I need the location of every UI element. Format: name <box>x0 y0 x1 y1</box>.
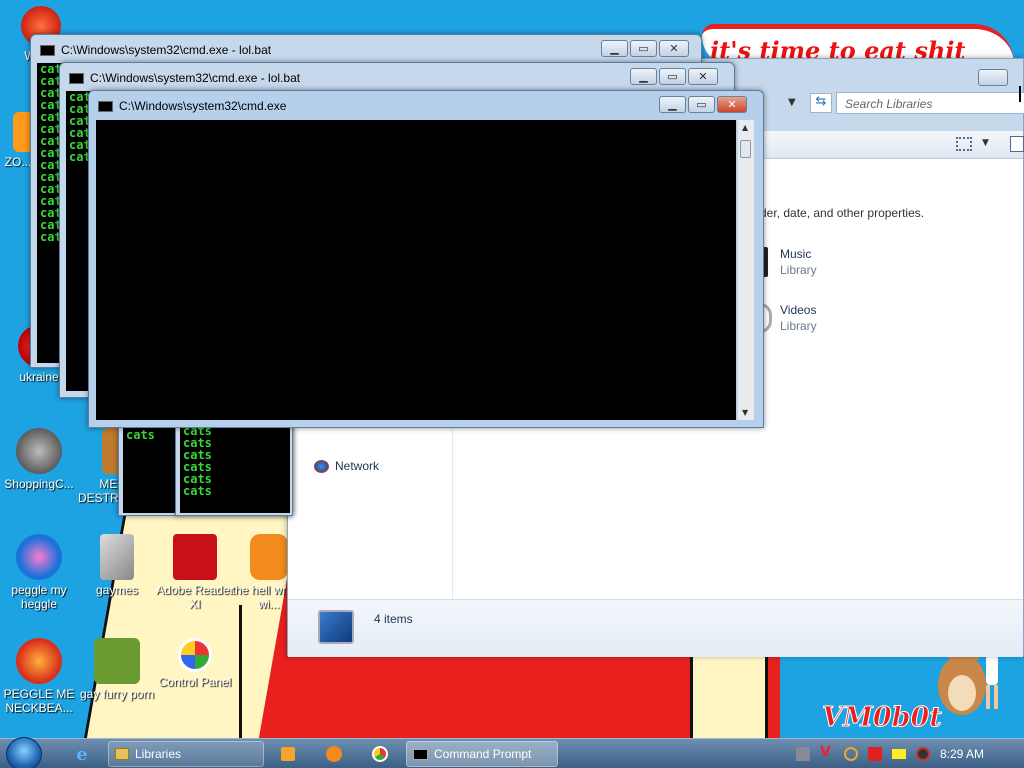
uc-browser-icon <box>250 534 288 580</box>
title-bar[interactable]: C:\Windows\system32\cmd.exe ▁ ▭ ✕ <box>89 91 763 119</box>
library-type: Library <box>780 319 817 333</box>
start-button[interactable] <box>6 737 42 768</box>
tray-flag-icon[interactable] <box>868 747 882 761</box>
nav-item-network[interactable]: Network <box>314 459 379 473</box>
desktop-icon-label: ShoppingC... <box>4 477 74 491</box>
view-dropdown-icon[interactable]: ▼ <box>982 138 989 148</box>
watermark-logo: VM0b0t <box>822 702 943 734</box>
flash-icon <box>16 428 62 474</box>
window-controls: ▁ ▭ ✕ <box>599 40 689 57</box>
desktop-icon-control-panel[interactable]: Control Panel <box>156 638 234 689</box>
clock[interactable]: 8:29 AM <box>940 747 984 761</box>
window-title: C:\Windows\system32\cmd.exe - lol.bat <box>61 43 272 57</box>
desktop-icon-shopping[interactable]: ShoppingC... <box>0 428 78 491</box>
title-bar[interactable]: C:\Windows\system32\cmd.exe - lol.bat ▁ … <box>31 35 701 63</box>
scroll-thumb[interactable] <box>740 140 751 158</box>
library-item-videos[interactable]: Videos Library <box>760 301 880 341</box>
minimize-button[interactable] <box>978 69 1008 86</box>
library-item-music[interactable]: Music Library <box>760 245 880 285</box>
internet-explorer-icon[interactable]: e <box>62 742 102 766</box>
desktop-icon-label: Control Panel <box>158 675 232 689</box>
close-button[interactable]: ✕ <box>717 96 747 113</box>
uc-browser-icon[interactable] <box>314 742 354 766</box>
view-options-icon[interactable] <box>956 137 972 151</box>
vertical-scrollbar[interactable]: ▲ ▼ <box>737 120 754 420</box>
desktop-icon-label: Adobe Reader XI <box>156 583 234 611</box>
desktop-icon-box[interactable]: gay furry porn <box>78 638 156 701</box>
nav-label: Network <box>335 459 380 473</box>
tray-notes-icon[interactable] <box>892 749 906 759</box>
peggle-icon <box>16 534 62 580</box>
window-controls: ▁ ▭ ✕ <box>657 96 747 113</box>
games-icon <box>100 534 134 580</box>
chrome-icon[interactable] <box>360 742 400 766</box>
maximize-button[interactable]: ▭ <box>630 40 657 57</box>
window-title: C:\Windows\system32\cmd.exe - lol.bat <box>90 71 301 85</box>
mouse-cursor-icon <box>1019 86 1024 102</box>
window-controls: ▁ ▭ ✕ <box>628 68 718 85</box>
peggle-icon <box>16 638 62 684</box>
desktop-icon-label: PEGGLE ME NECKBEA... <box>3 687 75 715</box>
media-player-icon[interactable] <box>268 742 308 766</box>
library-name: Videos <box>780 303 817 317</box>
minimize-button[interactable]: ▁ <box>659 96 686 113</box>
cmd-icon <box>40 45 55 56</box>
desktop-icon-label: gay furry porn <box>79 687 155 701</box>
taskbar-button-label: Command Prompt <box>434 747 532 761</box>
taskbar-command-prompt-button[interactable]: Command Prompt <box>406 741 558 767</box>
taskbar-button-label: Libraries <box>135 747 182 761</box>
refresh-icon[interactable]: ⇆ <box>810 93 832 113</box>
item-count: 4 items <box>374 612 413 626</box>
folder-icon <box>115 748 129 760</box>
minimize-button[interactable]: ▁ <box>601 40 628 57</box>
search-input[interactable]: Search Libraries <box>836 92 1024 114</box>
taskbar-libraries-button[interactable]: Libraries <box>108 741 264 767</box>
desktop-icon-label: gaymes <box>95 583 139 597</box>
cmd-output <box>96 120 736 420</box>
taskbar: e Libraries Command Prompt V 8:29 AM <box>0 737 1024 768</box>
desktop-icon-peggle-neckbea[interactable]: PEGGLE ME NECKBEA... <box>0 638 78 715</box>
library-type: Library <box>780 263 817 277</box>
desktop-icon-adobe-reader[interactable]: Adobe Reader XI <box>156 534 234 611</box>
cmd-window-small-front[interactable]: cats cats cats cats cats cats <box>175 420 293 516</box>
scroll-up-icon[interactable]: ▲ <box>742 123 748 132</box>
network-icon <box>314 459 329 473</box>
address-dropdown-icon[interactable]: ▼ <box>788 97 796 108</box>
library-icon <box>318 610 354 644</box>
tray-network-icon[interactable] <box>796 747 810 761</box>
cmd-window-front[interactable]: C:\Windows\system32\cmd.exe ▁ ▭ ✕ ▲ ▼ <box>88 90 764 428</box>
close-button[interactable]: ✕ <box>659 40 689 57</box>
cmd-output: cats cats cats cats cats cats <box>180 425 290 513</box>
maximize-button[interactable]: ▭ <box>688 96 715 113</box>
status-bar: 4 items <box>288 599 1023 657</box>
title-bar[interactable]: C:\Windows\system32\cmd.exe - lol.bat ▁ … <box>60 63 734 91</box>
cmd-icon <box>69 73 84 84</box>
scroll-down-icon[interactable]: ▼ <box>742 408 748 417</box>
tray-speaker-icon[interactable] <box>916 747 930 761</box>
preview-pane-icon[interactable] <box>1010 136 1024 152</box>
output-line: cats <box>183 484 212 498</box>
desktop-icon-gaymes[interactable]: gaymes <box>78 534 156 597</box>
desktop-icon-peggle-heggle[interactable]: peggle my heggle <box>0 534 78 611</box>
box-icon <box>94 638 140 684</box>
library-hint-text: der, date, and other properties. <box>760 206 925 220</box>
close-button[interactable]: ✕ <box>688 68 718 85</box>
cmd-icon <box>98 101 113 112</box>
window-title: C:\Windows\system32\cmd.exe <box>119 99 287 113</box>
library-name: Music <box>780 247 812 261</box>
control-panel-icon <box>178 638 212 672</box>
cmd-icon <box>413 748 428 760</box>
adobe-reader-icon <box>173 534 217 580</box>
tray-search-icon[interactable] <box>844 747 858 761</box>
minimize-button[interactable]: ▁ <box>630 68 657 85</box>
tray-antivirus-icon[interactable]: V <box>820 744 834 760</box>
wallpaper-leg <box>690 655 768 745</box>
maximize-button[interactable]: ▭ <box>659 68 686 85</box>
desktop-icon-label: peggle my heggle <box>11 583 67 611</box>
